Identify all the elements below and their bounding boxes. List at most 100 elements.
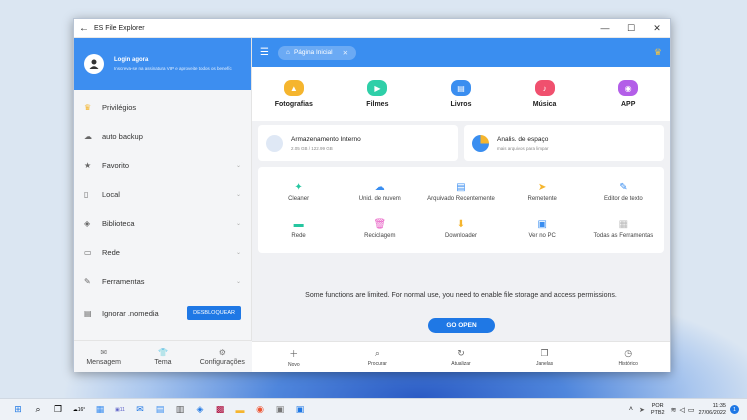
vip-crown-icon[interactable]: ♛ [654, 47, 662, 58]
mail-icon[interactable]: ✉ [132, 402, 148, 418]
folder-icon[interactable]: ▬ [232, 402, 248, 418]
winrar-icon[interactable]: ▩ [212, 402, 228, 418]
battery-icon[interactable]: ▭ [688, 406, 695, 414]
language-indicator[interactable]: POR PTB2 [651, 403, 665, 417]
close-button[interactable]: ✕ [644, 23, 670, 34]
grid-icon: ▦ [618, 218, 629, 230]
minimize-button[interactable]: — [592, 23, 618, 33]
sidebar-item-auto-backup[interactable]: ☁ auto backup [74, 122, 251, 151]
main-panel: ☰ ⌂ Página Inicial ✕ ♛ ▲ Fotografias ▶ F… [252, 38, 670, 372]
tool-recycle[interactable]: 🗑 Reciclagem [339, 210, 420, 247]
trash-icon: 🗑 [373, 218, 387, 230]
tool-recent[interactable]: ▤ Arquivado Recentemente [420, 173, 501, 210]
tool-text-editor[interactable]: ✎ Editor de texto [583, 173, 664, 210]
chevron-up-icon[interactable]: ˄ [629, 406, 633, 413]
sidebar-item-privilegios[interactable]: ♛ Privilégios [74, 93, 251, 122]
sidebar: Login agora Inscreva-se na assinatura VI… [74, 38, 252, 372]
category-music[interactable]: ♪ Música [503, 80, 587, 108]
unlock-button[interactable]: DESBLOQUEAR [187, 306, 241, 320]
date: 27/06/2022 [698, 409, 726, 416]
refresh-label: Atualizar [451, 360, 471, 367]
es-file-explorer-icon[interactable]: ▣ [292, 402, 308, 418]
app-icon[interactable]: ▤ [152, 402, 168, 418]
lang-line2: PTB2 [650, 409, 665, 416]
tool-cloud[interactable]: ☁ Unid. de nuvem [339, 173, 420, 210]
teams-icon[interactable]: ▣ 11 [112, 402, 128, 418]
category-books[interactable]: ▤ Livros [419, 80, 503, 108]
refresh-icon: ↻ [457, 347, 465, 358]
window-title: ES File Explorer [94, 24, 145, 32]
sidebar-item-ferramentas[interactable]: ✎ Ferramentas ⌄ [74, 267, 251, 296]
search-label: Procurar [367, 360, 387, 367]
task-view-icon[interactable]: ❐ [50, 402, 66, 418]
star-icon: ★ [84, 161, 92, 170]
sidebar-item-label: Local [102, 190, 120, 199]
history-button[interactable]: ◷ Histórico [586, 342, 670, 372]
tool-app-icon[interactable]: ▣ [272, 402, 288, 418]
pie-chart-icon [472, 134, 489, 152]
category-app[interactable]: ◉ APP [586, 80, 670, 108]
tool-view-on-pc[interactable]: ▣ Ver no PC [502, 210, 583, 247]
book-icon: ▤ [450, 80, 471, 96]
breadcrumb-label: Página Inicial [293, 49, 333, 56]
music-icon: ♪ [534, 80, 555, 96]
category-label: Fotografias [274, 101, 313, 108]
router-icon: ▬ [293, 218, 304, 230]
theme-button[interactable]: 👕 Tema [133, 341, 192, 372]
chevron-down-icon[interactable]: ⌄ [236, 220, 241, 227]
category-label: APP [620, 101, 636, 108]
new-button[interactable]: ＋ Novo [252, 342, 336, 372]
windows-button[interactable]: ❐ Janelas [503, 342, 587, 372]
volume-icon[interactable]: ◁ [679, 406, 684, 414]
chevron-down-icon[interactable]: ⌄ [236, 278, 241, 285]
store-icon[interactable]: ◈ [192, 402, 208, 418]
internal-storage-card[interactable]: Armazenamento Interno 2.05 GB / 122.99 G… [258, 125, 458, 161]
maximize-button[interactable]: ☐ [618, 23, 644, 34]
login-card[interactable]: Login agora Inscreva-se na assinatura VI… [74, 38, 251, 90]
tool-cleaner[interactable]: ✦ Cleaner [258, 173, 339, 210]
tool-network[interactable]: ▬ Rede [258, 210, 339, 247]
menu-icon[interactable]: ☰ [260, 47, 278, 58]
go-open-button[interactable]: GO OPEN [428, 318, 495, 333]
sidebar-item-rede[interactable]: ▭ Rede ⌄ [74, 238, 251, 267]
messages-button[interactable]: ✉ Mensagem [74, 341, 133, 372]
chevron-down-icon[interactable]: ⌄ [236, 191, 241, 198]
sidebar-item-local[interactable]: ▯ Local ⌄ [74, 180, 251, 209]
close-tab-icon[interactable]: ✕ [343, 49, 348, 57]
settings-button[interactable]: ⚙ Configurações [193, 341, 252, 372]
category-label: Livros [450, 101, 472, 108]
refresh-button[interactable]: ↻ Atualizar [419, 342, 503, 372]
widgets-icon[interactable]: ▦ [92, 402, 108, 418]
wifi-icon[interactable]: ≋ [671, 406, 677, 414]
sidebar-item-favorito[interactable]: ★ Favorito ⌄ [74, 151, 251, 180]
sidebar-item-label: Privilégios [102, 103, 137, 112]
category-label: Filmes [366, 101, 389, 108]
tool-sender[interactable]: ➤ Remetente [502, 173, 583, 210]
breadcrumb[interactable]: ⌂ Página Inicial ✕ [278, 45, 357, 60]
tool-downloader[interactable]: ⬇ Downloader [420, 210, 501, 247]
chevron-down-icon[interactable]: ⌄ [236, 162, 241, 169]
storage-usage: 2.05 GB / 122.99 GB [291, 145, 333, 151]
space-analysis-card[interactable]: Analis. de espaço mais arquivos para lim… [464, 125, 664, 161]
app-icon: ◉ [618, 80, 639, 96]
location-icon[interactable]: ➤ [639, 406, 645, 414]
chrome-icon[interactable]: ◉ [252, 402, 268, 418]
storage-name: Armazenamento Interno [291, 135, 361, 143]
search-icon[interactable]: ⌕ [30, 402, 46, 418]
permission-notice: Some functions are limited. For normal u… [305, 292, 617, 299]
windows-start-icon[interactable]: ⊞ [10, 402, 26, 418]
back-arrow-icon[interactable]: ← [74, 23, 94, 34]
category-photos[interactable]: ▲ Fotografias [252, 80, 336, 108]
weather-icon[interactable]: ☁ 16° [70, 402, 88, 418]
calculator-icon[interactable]: ▥ [172, 402, 188, 418]
tool-all-tools[interactable]: ▦ Todas as Ferramentas [583, 210, 664, 247]
clock[interactable]: 11:35 27/06/2022 [698, 403, 726, 417]
notification-badge[interactable]: 1 [730, 405, 739, 414]
chevron-down-icon[interactable]: ⌄ [236, 249, 241, 256]
search-button[interactable]: ⌕ Procurar [336, 342, 420, 372]
category-movies[interactable]: ▶ Filmes [336, 80, 420, 108]
tool-label: Cleaner [288, 195, 310, 202]
sidebar-item-biblioteca[interactable]: ◈ Biblioteca ⌄ [74, 209, 251, 238]
wrench-icon: ✎ [84, 277, 91, 286]
app-window: ← ES File Explorer — ☐ ✕ Login agora Ins… [73, 18, 671, 372]
